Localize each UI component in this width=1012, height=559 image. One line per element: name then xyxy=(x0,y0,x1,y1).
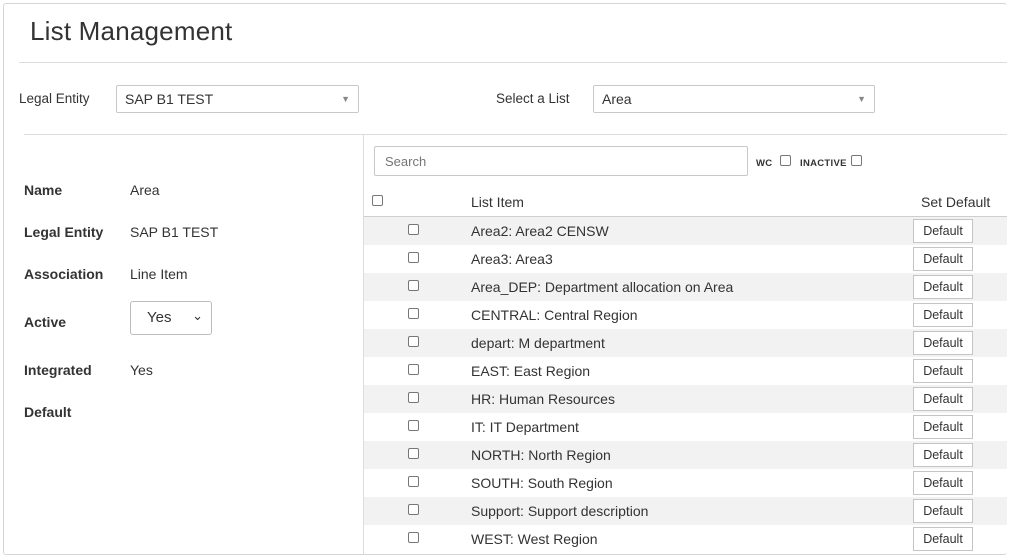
select-list-dropdown[interactable]: Area ▼ xyxy=(593,85,875,113)
list-item-label: Area2: Area2 CENSW xyxy=(471,223,609,239)
list-items-table: Area2: Area2 CENSW Default Area3: Area3 Def… xyxy=(364,217,1007,553)
table-row: Area2: Area2 CENSW Default xyxy=(364,217,1007,245)
row-checkbox[interactable] xyxy=(408,224,419,235)
list-item-label: CENTRAL: Central Region xyxy=(471,307,638,323)
table-row: Support: Support description Default xyxy=(364,497,1007,525)
wc-checkbox[interactable] xyxy=(780,155,791,166)
list-item-label: Area3: Area3 xyxy=(471,251,553,267)
list-item-label: SOUTH: South Region xyxy=(471,475,613,491)
wc-label: WC xyxy=(756,158,773,169)
row-checkbox[interactable] xyxy=(408,504,419,515)
legal-entity-value: SAP B1 TEST xyxy=(130,224,219,240)
list-item-label: WEST: West Region xyxy=(471,531,598,547)
set-default-button[interactable]: Default xyxy=(913,303,973,327)
row-checkbox[interactable] xyxy=(408,532,419,543)
row-checkbox[interactable] xyxy=(408,252,419,263)
inactive-checkbox[interactable] xyxy=(851,155,862,166)
set-default-button[interactable]: Default xyxy=(913,471,973,495)
row-checkbox[interactable] xyxy=(408,392,419,403)
legal-entity-select[interactable]: SAP B1 TEST ▼ xyxy=(116,85,359,113)
set-default-button[interactable]: Default xyxy=(913,443,973,467)
list-item-label: depart: M department xyxy=(471,335,605,351)
list-item-column-header: List Item xyxy=(471,194,524,210)
list-management-panel: List Management Legal Entity SAP B1 TEST… xyxy=(3,3,1007,555)
default-label: Default xyxy=(24,404,72,420)
row-checkbox[interactable] xyxy=(408,336,419,347)
list-item-label: Support: Support description xyxy=(471,503,649,519)
list-item-label: EAST: East Region xyxy=(471,363,591,379)
association-value: Line Item xyxy=(130,266,188,282)
table-row: Area3: Area3 Default xyxy=(364,245,1007,273)
inactive-label: INACTIVE xyxy=(800,158,847,169)
caret-down-icon: ▼ xyxy=(857,94,866,104)
name-label: Name xyxy=(24,182,63,198)
table-row: CENTRAL: Central Region Default xyxy=(364,301,1007,329)
row-checkbox[interactable] xyxy=(408,364,419,375)
list-items-panel: WC INACTIVE List Item Set Default Area2:… xyxy=(364,135,1007,554)
active-select-value: Yes xyxy=(147,309,172,326)
integrated-value: Yes xyxy=(130,362,153,378)
legal-entity-filter-label: Legal Entity xyxy=(19,91,90,106)
legal-entity-select-value: SAP B1 TEST xyxy=(125,91,214,107)
list-item-label: Area_DEP: Department allocation on Area xyxy=(471,279,734,295)
table-row: EAST: East Region Default xyxy=(364,357,1007,385)
select-all-checkbox[interactable] xyxy=(372,195,383,206)
set-default-button[interactable]: Default xyxy=(913,499,973,523)
row-checkbox[interactable] xyxy=(408,448,419,459)
integrated-label: Integrated xyxy=(24,362,92,378)
set-default-button[interactable]: Default xyxy=(913,275,973,299)
name-value: Area xyxy=(130,182,160,198)
chevron-down-icon: ⌄ xyxy=(192,308,203,323)
table-row: NORTH: North Region Default xyxy=(364,441,1007,469)
legal-entity-label: Legal Entity xyxy=(24,224,104,240)
table-row: HR: Human Resources Default xyxy=(364,385,1007,413)
set-default-button[interactable]: Default xyxy=(913,359,973,383)
list-item-label: IT: IT Department xyxy=(471,419,579,435)
select-list-value: Area xyxy=(602,91,632,107)
table-row: IT: IT Department Default xyxy=(364,413,1007,441)
set-default-column-header: Set Default xyxy=(921,194,991,210)
select-list-label: Select a List xyxy=(496,91,570,106)
caret-down-icon: ▼ xyxy=(341,94,350,104)
association-label: Association xyxy=(24,266,104,282)
set-default-button[interactable]: Default xyxy=(913,387,973,411)
search-input[interactable] xyxy=(374,146,748,176)
set-default-button[interactable]: Default xyxy=(913,415,973,439)
page-title: List Management xyxy=(30,16,233,46)
row-checkbox[interactable] xyxy=(408,280,419,291)
row-checkbox[interactable] xyxy=(408,420,419,431)
active-label: Active xyxy=(24,314,67,330)
row-checkbox[interactable] xyxy=(408,476,419,487)
list-item-label: NORTH: North Region xyxy=(471,447,611,463)
set-default-button[interactable]: Default xyxy=(913,219,973,243)
table-row: depart: M department Default xyxy=(364,329,1007,357)
set-default-button[interactable]: Default xyxy=(913,527,973,551)
list-item-label: HR: Human Resources xyxy=(471,391,615,407)
title-divider xyxy=(19,62,1007,63)
list-details-panel: Name Area Legal Entity SAP B1 TEST Assoc… xyxy=(24,135,363,554)
set-default-button[interactable]: Default xyxy=(913,331,973,355)
table-row: WEST: West Region Default xyxy=(364,525,1007,553)
set-default-button[interactable]: Default xyxy=(913,247,973,271)
row-checkbox[interactable] xyxy=(408,308,419,319)
table-row: Area_DEP: Department allocation on Area D… xyxy=(364,273,1007,301)
table-row: SOUTH: South Region Default xyxy=(364,469,1007,497)
active-select[interactable]: Yes ⌄ xyxy=(130,301,212,335)
